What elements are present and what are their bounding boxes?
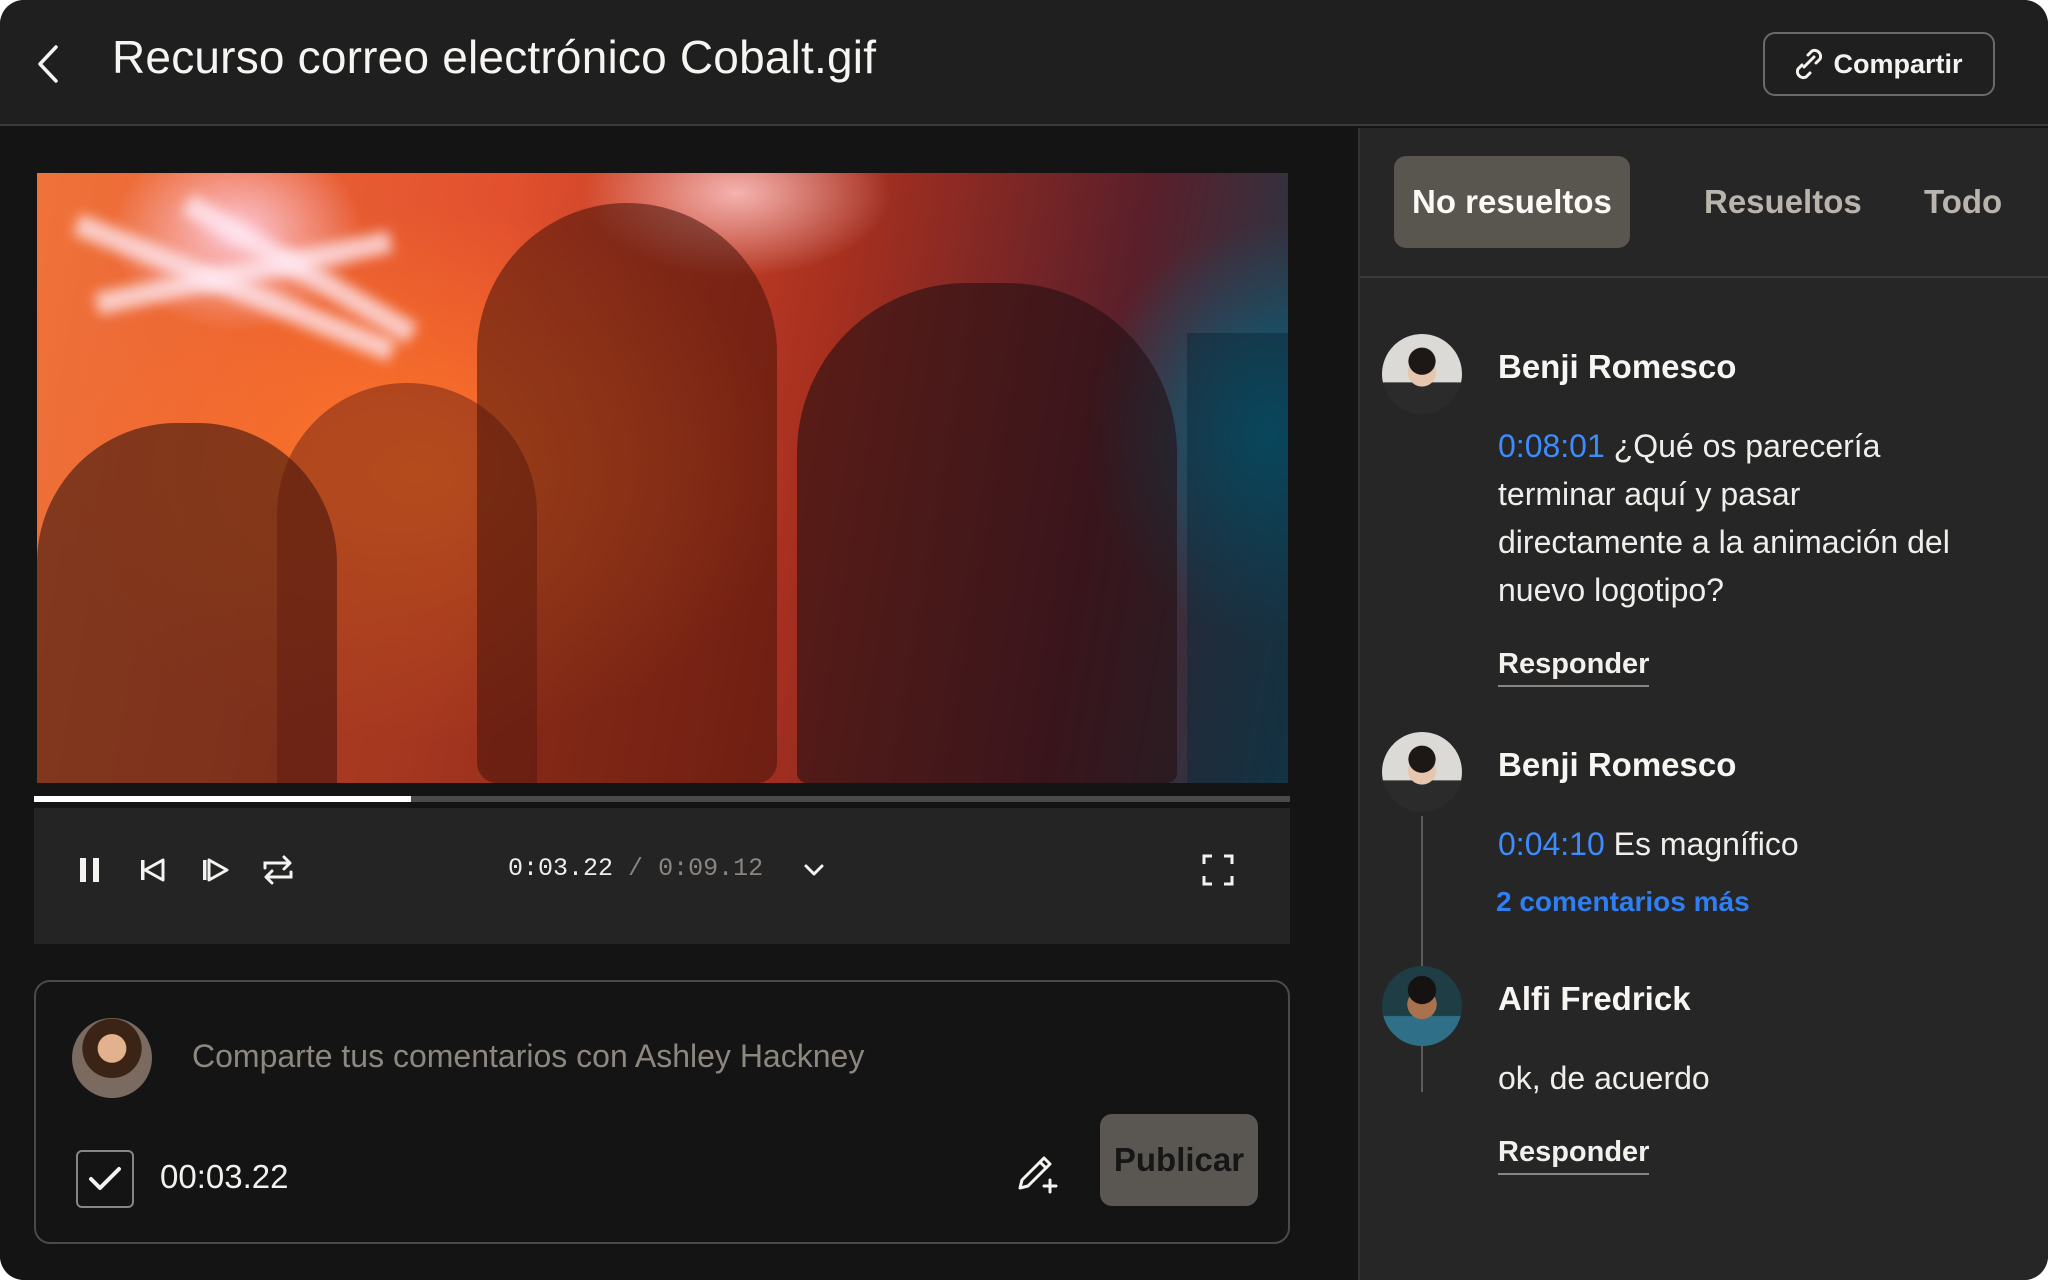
video-progress-bar[interactable] [34,796,1290,802]
comment-body: 0:04:10 Es magnífico [1498,820,1968,868]
comment-author: Benji Romesco [1498,348,1737,385]
dancer-silhouette [797,283,1177,783]
share-button-label: Compartir [1833,48,1963,79]
comment-text: Es magnífico [1613,826,1799,862]
timecode-format-dropdown[interactable] [792,848,836,892]
comments-panel: No resueltos Resueltos Todo Benji Romesc… [1358,128,2048,1280]
player-controls: 0:03.22 / 0:09.12 [34,808,1290,944]
avatar [1382,732,1462,812]
chevron-left-icon [38,45,58,83]
composer-timestamp: 00:03.22 [160,1158,289,1195]
timecode: 0:03.22 / 0:09.12 [508,854,763,883]
comment-author: Alfi Fredrick [1498,980,1691,1017]
share-button[interactable]: Compartir [1763,32,1995,96]
comment-timestamp-link[interactable]: 0:08:01 [1498,428,1605,464]
current-time: 0:03.22 [508,854,614,883]
pause-icon [80,858,99,882]
comment-composer: 00:03.22 Publicar [34,980,1290,1244]
video-frame[interactable] [37,173,1288,783]
avatar [1382,966,1462,1046]
link-icon [1796,48,1823,80]
tab-unresolved[interactable]: No resueltos [1394,156,1630,248]
step-forward-icon [203,858,229,882]
tab-all[interactable]: Todo [1924,156,2002,248]
tab-resolved[interactable]: Resueltos [1704,156,1862,248]
annotate-button[interactable] [1010,1144,1066,1200]
video-progress-fill [34,796,411,802]
comment-filter-tabs: No resueltos Resueltos Todo [1360,128,2048,278]
total-time: 0:09.12 [658,854,764,883]
avatar [1382,334,1462,414]
app-window: Recurso correo electrónico Cobalt.gif Co… [0,0,2048,1280]
crowd-silhouette [1187,333,1288,783]
loop-button[interactable] [256,848,300,892]
thread-connector [1421,816,1423,1092]
avatar [72,1018,152,1098]
page-title: Recurso correo electrónico Cobalt.gif [112,31,877,83]
comment-body: ok, de acuerdo [1498,1054,1968,1102]
comment-timestamp-link[interactable]: 0:04:10 [1498,826,1605,862]
fullscreen-button[interactable] [1196,848,1240,892]
checkmark-icon [89,1167,121,1190]
header: Recurso correo electrónico Cobalt.gif Co… [0,0,2048,126]
comment-text: ok, de acuerdo [1498,1060,1710,1096]
publish-button[interactable]: Publicar [1100,1114,1258,1206]
timestamp-checkbox[interactable] [76,1150,134,1208]
comment-input[interactable] [192,1034,1092,1078]
loop-icon [263,855,293,885]
fullscreen-icon [1202,854,1234,886]
reply-button[interactable]: Responder [1498,1136,1650,1175]
pen-plus-icon [1018,1156,1058,1194]
time-separator: / [628,854,644,883]
more-comments-link[interactable]: 2 comentarios más [1496,886,1750,918]
step-back-icon [141,858,165,882]
comment-author: Benji Romesco [1498,746,1737,783]
reply-button[interactable]: Responder [1498,648,1650,687]
step-forward-button[interactable] [194,848,238,892]
step-back-button[interactable] [132,848,176,892]
chevron-down-icon [804,864,824,876]
back-button[interactable] [28,38,68,90]
dancer-silhouette [477,203,777,783]
player-panel: 0:03.22 / 0:09.12 00:03.22 [0,128,1358,1280]
comment-body: 0:08:01 ¿Qué os parecería terminar aquí … [1498,422,1968,614]
pause-button[interactable] [68,848,112,892]
